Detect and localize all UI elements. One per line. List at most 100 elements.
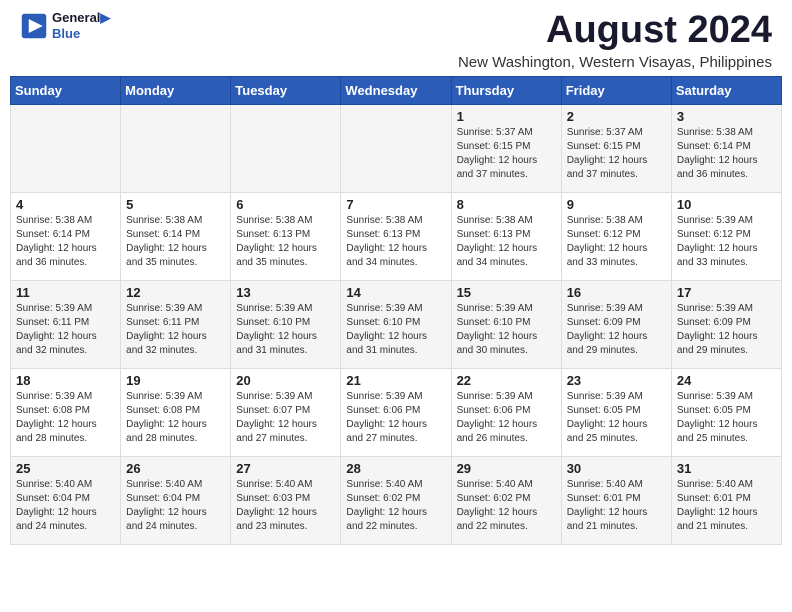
day-info: Sunrise: 5:40 AM Sunset: 6:02 PM Dayligh…	[457, 478, 556, 534]
calendar-header: SundayMondayTuesdayWednesdayThursdayFrid…	[11, 76, 782, 104]
header-row: SundayMondayTuesdayWednesdayThursdayFrid…	[11, 76, 782, 104]
day-number: 10	[677, 197, 776, 212]
day-cell: 31 Sunrise: 5:40 AM Sunset: 6:01 PM Dayli…	[671, 456, 781, 544]
day-info: Sunrise: 5:40 AM Sunset: 6:01 PM Dayligh…	[677, 478, 776, 534]
day-cell: 9 Sunrise: 5:38 AM Sunset: 6:12 PM Daylig…	[561, 192, 671, 280]
logo-icon	[20, 12, 48, 40]
header-day-saturday: Saturday	[671, 76, 781, 104]
calendar-container: SundayMondayTuesdayWednesdayThursdayFrid…	[0, 76, 792, 555]
day-number: 18	[16, 373, 115, 388]
day-number: 16	[567, 285, 666, 300]
day-number: 19	[126, 373, 225, 388]
day-number: 26	[126, 461, 225, 476]
day-cell: 29 Sunrise: 5:40 AM Sunset: 6:02 PM Dayli…	[451, 456, 561, 544]
week-row-2: 4 Sunrise: 5:38 AM Sunset: 6:14 PM Daylig…	[11, 192, 782, 280]
day-info: Sunrise: 5:39 AM Sunset: 6:08 PM Dayligh…	[16, 390, 115, 446]
day-info: Sunrise: 5:39 AM Sunset: 6:12 PM Dayligh…	[677, 214, 776, 270]
day-cell: 6Sunrise: 5:38 AM Sunset: 6:13 PM Daylig…	[231, 192, 341, 280]
day-number: 31	[677, 461, 776, 476]
day-cell: 19 Sunrise: 5:39 AM Sunset: 6:08 PM Dayli…	[121, 368, 231, 456]
day-info: Sunrise: 5:39 AM Sunset: 6:05 PM Dayligh…	[567, 390, 666, 446]
week-row-5: 25Sunrise: 5:40 AM Sunset: 6:04 PM Dayli…	[11, 456, 782, 544]
day-info: Sunrise: 5:38 AM Sunset: 6:14 PM Dayligh…	[126, 214, 225, 270]
day-cell: 10 Sunrise: 5:39 AM Sunset: 6:12 PM Dayli…	[671, 192, 781, 280]
calendar-body: 1Sunrise: 5:37 AM Sunset: 6:15 PM Daylig…	[11, 104, 782, 544]
day-info: Sunrise: 5:40 AM Sunset: 6:04 PM Dayligh…	[126, 478, 225, 534]
day-info: Sunrise: 5:39 AM Sunset: 6:11 PM Dayligh…	[16, 302, 115, 358]
location-title: New Washington, Western Visayas, Philipp…	[458, 54, 772, 71]
day-number: 5	[126, 197, 225, 212]
logo: General▶ Blue	[20, 10, 110, 41]
day-number: 9	[567, 197, 666, 212]
day-info: Sunrise: 5:39 AM Sunset: 6:11 PM Dayligh…	[126, 302, 225, 358]
day-info: Sunrise: 5:39 AM Sunset: 6:09 PM Dayligh…	[677, 302, 776, 358]
header-day-friday: Friday	[561, 76, 671, 104]
day-number: 15	[457, 285, 556, 300]
day-number: 29	[457, 461, 556, 476]
day-info: Sunrise: 5:40 AM Sunset: 6:01 PM Dayligh…	[567, 478, 666, 534]
day-cell: 16 Sunrise: 5:39 AM Sunset: 6:09 PM Dayli…	[561, 280, 671, 368]
day-number: 13	[236, 285, 335, 300]
day-info: Sunrise: 5:39 AM Sunset: 6:09 PM Dayligh…	[567, 302, 666, 358]
day-number: 11	[16, 285, 115, 300]
day-number: 22	[457, 373, 556, 388]
day-info: Sunrise: 5:37 AM Sunset: 6:15 PM Dayligh…	[457, 126, 556, 182]
day-cell: 28 Sunrise: 5:40 AM Sunset: 6:02 PM Dayli…	[341, 456, 451, 544]
day-cell: 21 Sunrise: 5:39 AM Sunset: 6:06 PM Dayli…	[341, 368, 451, 456]
header: General▶ Blue August 2024 New Washington…	[0, 0, 792, 76]
week-row-3: 11 Sunrise: 5:39 AM Sunset: 6:11 PM Dayli…	[11, 280, 782, 368]
day-cell	[121, 104, 231, 192]
logo-text: General▶ Blue	[52, 10, 110, 41]
month-title: August 2024	[458, 10, 772, 52]
week-row-1: 1Sunrise: 5:37 AM Sunset: 6:15 PM Daylig…	[11, 104, 782, 192]
day-info: Sunrise: 5:39 AM Sunset: 6:10 PM Dayligh…	[236, 302, 335, 358]
day-info: Sunrise: 5:40 AM Sunset: 6:04 PM Dayligh…	[16, 478, 115, 534]
day-number: 6	[236, 197, 335, 212]
day-cell: 12 Sunrise: 5:39 AM Sunset: 6:11 PM Dayli…	[121, 280, 231, 368]
day-info: Sunrise: 5:39 AM Sunset: 6:06 PM Dayligh…	[346, 390, 445, 446]
header-day-tuesday: Tuesday	[231, 76, 341, 104]
day-cell: 24Sunrise: 5:39 AM Sunset: 6:05 PM Dayli…	[671, 368, 781, 456]
day-info: Sunrise: 5:38 AM Sunset: 6:14 PM Dayligh…	[16, 214, 115, 270]
day-number: 14	[346, 285, 445, 300]
day-number: 27	[236, 461, 335, 476]
day-info: Sunrise: 5:39 AM Sunset: 6:08 PM Dayligh…	[126, 390, 225, 446]
title-block: August 2024 New Washington, Western Visa…	[458, 10, 772, 71]
day-cell: 7Sunrise: 5:38 AM Sunset: 6:13 PM Daylig…	[341, 192, 451, 280]
day-cell: 20Sunrise: 5:39 AM Sunset: 6:07 PM Dayli…	[231, 368, 341, 456]
header-day-sunday: Sunday	[11, 76, 121, 104]
day-cell: 3 Sunrise: 5:38 AM Sunset: 6:14 PM Daylig…	[671, 104, 781, 192]
day-info: Sunrise: 5:38 AM Sunset: 6:13 PM Dayligh…	[457, 214, 556, 270]
day-number: 2	[567, 109, 666, 124]
day-info: Sunrise: 5:39 AM Sunset: 6:10 PM Dayligh…	[457, 302, 556, 358]
day-info: Sunrise: 5:38 AM Sunset: 6:14 PM Dayligh…	[677, 126, 776, 182]
week-row-4: 18 Sunrise: 5:39 AM Sunset: 6:08 PM Dayli…	[11, 368, 782, 456]
day-number: 7	[346, 197, 445, 212]
day-number: 3	[677, 109, 776, 124]
day-cell: 13 Sunrise: 5:39 AM Sunset: 6:10 PM Dayli…	[231, 280, 341, 368]
day-cell: 11 Sunrise: 5:39 AM Sunset: 6:11 PM Dayli…	[11, 280, 121, 368]
day-cell: 8Sunrise: 5:38 AM Sunset: 6:13 PM Daylig…	[451, 192, 561, 280]
day-info: Sunrise: 5:39 AM Sunset: 6:10 PM Dayligh…	[346, 302, 445, 358]
day-cell: 15 Sunrise: 5:39 AM Sunset: 6:10 PM Dayli…	[451, 280, 561, 368]
day-number: 21	[346, 373, 445, 388]
day-info: Sunrise: 5:38 AM Sunset: 6:12 PM Dayligh…	[567, 214, 666, 270]
day-info: Sunrise: 5:40 AM Sunset: 6:02 PM Dayligh…	[346, 478, 445, 534]
day-number: 12	[126, 285, 225, 300]
day-cell: 22 Sunrise: 5:39 AM Sunset: 6:06 PM Dayli…	[451, 368, 561, 456]
day-cell	[11, 104, 121, 192]
day-cell	[231, 104, 341, 192]
day-info: Sunrise: 5:40 AM Sunset: 6:03 PM Dayligh…	[236, 478, 335, 534]
day-cell	[341, 104, 451, 192]
day-number: 17	[677, 285, 776, 300]
day-cell: 5 Sunrise: 5:38 AM Sunset: 6:14 PM Daylig…	[121, 192, 231, 280]
day-number: 23	[567, 373, 666, 388]
day-info: Sunrise: 5:39 AM Sunset: 6:06 PM Dayligh…	[457, 390, 556, 446]
day-cell: 14 Sunrise: 5:39 AM Sunset: 6:10 PM Dayli…	[341, 280, 451, 368]
day-number: 24	[677, 373, 776, 388]
day-number: 28	[346, 461, 445, 476]
day-cell: 17 Sunrise: 5:39 AM Sunset: 6:09 PM Dayli…	[671, 280, 781, 368]
day-number: 4	[16, 197, 115, 212]
day-cell: 1Sunrise: 5:37 AM Sunset: 6:15 PM Daylig…	[451, 104, 561, 192]
day-cell: 2Sunrise: 5:37 AM Sunset: 6:15 PM Daylig…	[561, 104, 671, 192]
